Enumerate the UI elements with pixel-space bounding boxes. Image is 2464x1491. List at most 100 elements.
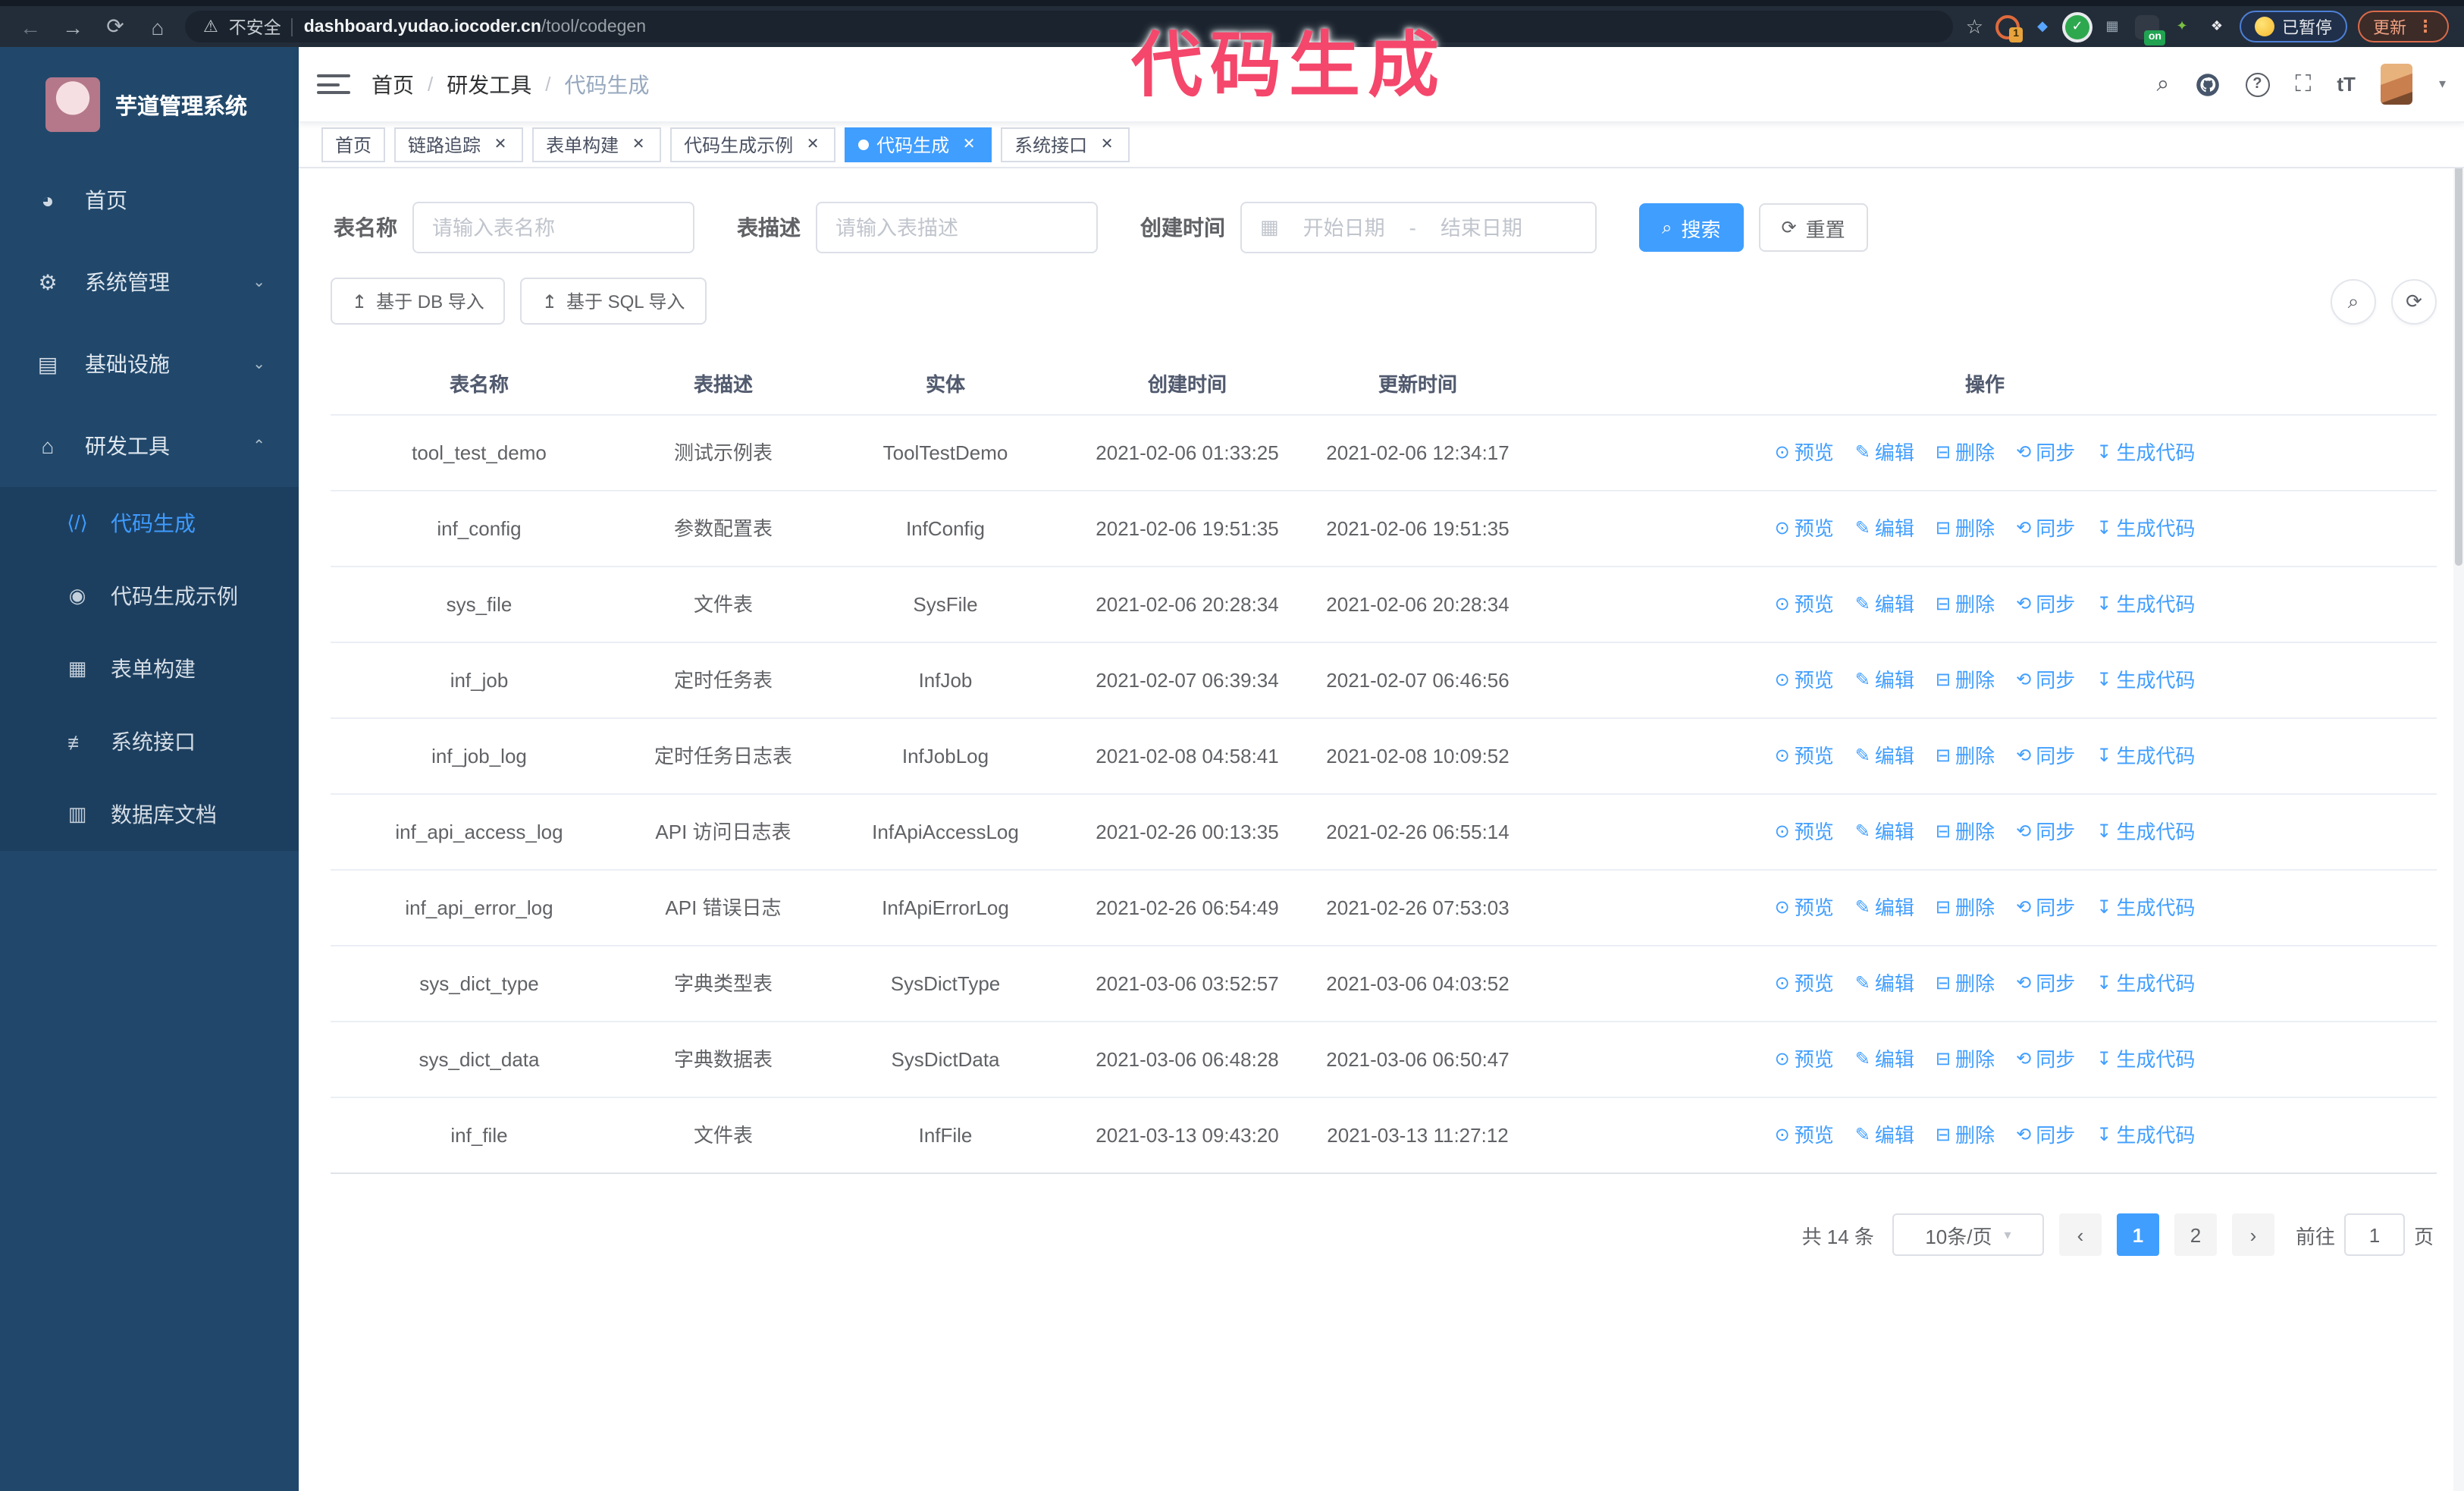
reset-button[interactable]: ⟳ 重置 <box>1758 203 1868 252</box>
back-icon[interactable]: ← <box>15 11 45 42</box>
close-icon[interactable]: ✕ <box>960 136 978 154</box>
scrollbar-track[interactable] <box>2453 47 2464 1491</box>
sql-import-button[interactable]: ↥ 基于 SQL 导入 <box>520 278 707 325</box>
font-size-icon[interactable]: tT <box>2337 73 2356 96</box>
extension-grid-icon[interactable]: ▦ <box>2100 14 2124 39</box>
edit-icon[interactable]: ✎ 编辑 <box>1855 435 1914 470</box>
breadcrumb-devtools[interactable]: 研发工具 <box>447 69 531 99</box>
hamburger-icon[interactable] <box>317 67 350 101</box>
table-desc-input[interactable] <box>816 202 1098 253</box>
trash-icon[interactable]: ⊟ 删除 <box>1936 966 1995 1001</box>
tab[interactable]: 首页 ✕ <box>321 127 386 162</box>
url-bar[interactable]: ⚠ 不安全 dashboard.yudao.iocoder.cn/tool/co… <box>185 11 1954 42</box>
edit-icon[interactable]: ✎ 编辑 <box>1855 587 1914 622</box>
trash-icon[interactable]: ⊟ 删除 <box>1936 435 1995 470</box>
avatar[interactable] <box>2381 64 2413 105</box>
tab[interactable]: 表单构建 ✕ <box>532 127 662 162</box>
download-icon[interactable]: ↧ 生成代码 <box>2096 966 2195 1001</box>
sidebar-item-form-builder[interactable]: ▦ 表单构建 <box>0 632 299 705</box>
edit-icon[interactable]: ✎ 编辑 <box>1855 663 1914 698</box>
close-icon[interactable]: ✕ <box>491 136 509 154</box>
extension-sprout-icon[interactable]: ✦ <box>2170 14 2194 39</box>
trash-icon[interactable]: ⊟ 删除 <box>1936 1118 1995 1153</box>
extension-check-icon[interactable]: ✓ <box>2065 14 2089 39</box>
download-icon[interactable]: ↧ 生成代码 <box>2096 815 2195 849</box>
eye-icon[interactable]: ⊙ 预览 <box>1775 587 1834 622</box>
update-button[interactable]: 更新 ⋮ <box>2358 11 2449 42</box>
edit-icon[interactable]: ✎ 编辑 <box>1855 739 1914 774</box>
sync-icon[interactable]: ⟲ 同步 <box>2016 587 2075 622</box>
forward-icon[interactable]: → <box>58 11 88 42</box>
tab[interactable]: 系统接口 ✕ <box>1001 127 1130 162</box>
download-icon[interactable]: ↧ 生成代码 <box>2096 587 2195 622</box>
home-icon[interactable]: ⌂ <box>143 11 173 42</box>
eye-icon[interactable]: ⊙ 预览 <box>1775 815 1834 849</box>
sync-icon[interactable]: ⟲ 同步 <box>2016 739 2075 774</box>
eye-icon[interactable]: ⊙ 预览 <box>1775 1042 1834 1077</box>
trash-icon[interactable]: ⊟ 删除 <box>1936 890 1995 925</box>
bookmark-star-icon[interactable]: ☆ <box>1966 14 1983 39</box>
goto-page-input[interactable] <box>2343 1213 2405 1256</box>
sidebar-item-system-api[interactable]: ≢ 系统接口 <box>0 705 299 778</box>
trash-icon[interactable]: ⊟ 删除 <box>1936 663 1995 698</box>
search-button[interactable]: ⌕ 搜索 <box>1639 203 1744 252</box>
search-icon[interactable]: ⌕ <box>2157 71 2170 97</box>
sync-icon[interactable]: ⟲ 同步 <box>2016 1118 2075 1153</box>
sidebar-item-codegen-example[interactable]: ◉ 代码生成示例 <box>0 560 299 632</box>
sync-icon[interactable]: ⟲ 同步 <box>2016 890 2075 925</box>
avatar-caret-icon[interactable]: ▾ <box>2439 76 2446 93</box>
browser-menu-icon[interactable]: ⋮ <box>2417 17 2434 36</box>
github-icon[interactable] <box>2195 72 2219 96</box>
help-icon[interactable]: ? <box>2245 72 2270 96</box>
next-page-button[interactable]: › <box>2231 1213 2274 1256</box>
edit-icon[interactable]: ✎ 编辑 <box>1855 511 1914 546</box>
eye-icon[interactable]: ⊙ 预览 <box>1775 511 1834 546</box>
edit-icon[interactable]: ✎ 编辑 <box>1855 1042 1914 1077</box>
sidebar-item-codegen[interactable]: ⟨/⟩ 代码生成 <box>0 487 299 560</box>
eye-icon[interactable]: ⊙ 预览 <box>1775 739 1834 774</box>
table-name-input[interactable] <box>412 202 694 253</box>
sidebar-item-devtools[interactable]: ⌂ 研发工具 ⌃ <box>0 405 299 487</box>
trash-icon[interactable]: ⊟ 删除 <box>1936 511 1995 546</box>
sync-icon[interactable]: ⟲ 同步 <box>2016 815 2075 849</box>
prev-page-button[interactable]: ‹ <box>2058 1213 2102 1256</box>
download-icon[interactable]: ↧ 生成代码 <box>2096 890 2195 925</box>
download-icon[interactable]: ↧ 生成代码 <box>2096 739 2195 774</box>
eye-icon[interactable]: ⊙ 预览 <box>1775 435 1834 470</box>
eye-icon[interactable]: ⊙ 预览 <box>1775 890 1834 925</box>
close-icon[interactable]: ✕ <box>804 136 822 154</box>
download-icon[interactable]: ↧ 生成代码 <box>2096 1118 2195 1153</box>
extension-tag-icon[interactable]: on <box>2135 14 2165 45</box>
extensions-puzzle-icon[interactable]: ❖ <box>2205 14 2229 39</box>
trash-icon[interactable]: ⊟ 删除 <box>1936 815 1995 849</box>
download-icon[interactable]: ↧ 生成代码 <box>2096 663 2195 698</box>
security-label[interactable]: 不安全 <box>229 14 281 39</box>
download-icon[interactable]: ↧ 生成代码 <box>2096 1042 2195 1077</box>
fullscreen-icon[interactable]: ⛶ <box>2295 71 2311 97</box>
sync-icon[interactable]: ⟲ 同步 <box>2016 1042 2075 1077</box>
sidebar-item-infra[interactable]: ▤ 基础设施 ⌄ <box>0 323 299 405</box>
trash-icon[interactable]: ⊟ 删除 <box>1936 739 1995 774</box>
close-icon[interactable]: ✕ <box>1098 136 1116 154</box>
reload-icon[interactable]: ⟳ <box>100 11 130 42</box>
toggle-search-button[interactable]: ⌕ <box>2331 278 2376 324</box>
page-number-button[interactable]: 2 <box>2174 1213 2217 1256</box>
download-icon[interactable]: ↧ 生成代码 <box>2096 511 2195 546</box>
close-icon[interactable]: ✕ <box>629 136 647 154</box>
sync-icon[interactable]: ⟲ 同步 <box>2016 966 2075 1001</box>
eye-icon[interactable]: ⊙ 预览 <box>1775 966 1834 1001</box>
eye-icon[interactable]: ⊙ 预览 <box>1775 1118 1834 1153</box>
db-import-button[interactable]: ↥ 基于 DB 导入 <box>331 278 506 325</box>
trash-icon[interactable]: ⊟ 删除 <box>1936 1042 1995 1077</box>
sidebar-item-home[interactable]: ◕ 首页 <box>0 159 299 241</box>
refresh-table-button[interactable]: ⟳ <box>2391 278 2437 324</box>
sync-icon[interactable]: ⟲ 同步 <box>2016 511 2075 546</box>
tab[interactable]: 链路追踪 ✕ <box>394 127 524 162</box>
trash-icon[interactable]: ⊟ 删除 <box>1936 587 1995 622</box>
eye-icon[interactable]: ⊙ 预览 <box>1775 663 1834 698</box>
breadcrumb-home[interactable]: 首页 <box>371 69 414 99</box>
download-icon[interactable]: ↧ 生成代码 <box>2096 435 2195 470</box>
page-size-select[interactable]: 10条/页 ▾ <box>1892 1213 2044 1256</box>
profile-chip[interactable]: 已暂停 <box>2240 11 2347 42</box>
sidebar-item-db-doc[interactable]: ▥ 数据库文档 <box>0 778 299 851</box>
